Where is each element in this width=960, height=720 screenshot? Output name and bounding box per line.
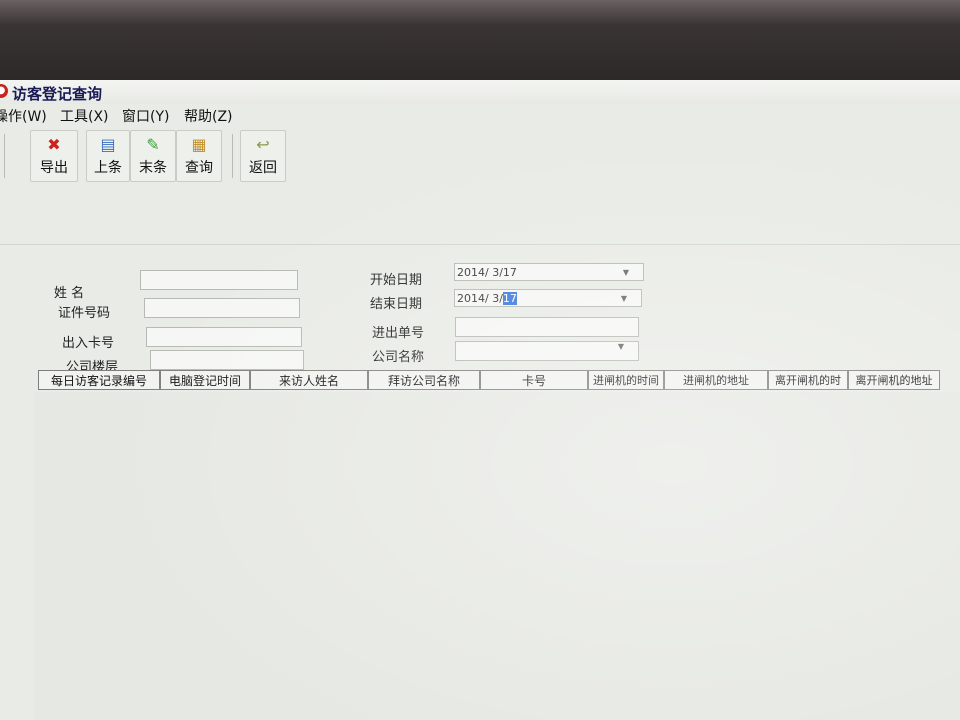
last-record-button[interactable]: ✎ 末条 — [130, 130, 176, 182]
order-number-label: 进出单号 — [372, 326, 425, 341]
column-header[interactable]: 进闸机的地址 — [664, 370, 768, 390]
end-date-value: 2014/ 3/ — [457, 292, 503, 305]
toolbar: ✖ 导出 ▤ 上条 ✎ 末条 ▦ 查询 ↩ 返回 — [0, 130, 960, 186]
app-window: ● 访客登记查询 操作(W) 工具(X) 窗口(Y) 帮助(Z) ✖ 导出 ▤ … — [0, 80, 960, 720]
title-bar: ● 访客登记查询 — [0, 80, 960, 104]
table-header: 每日访客记录编号 电脑登记时间 来访人姓名 拜访公司名称 卡号 进闸机的时间 进… — [34, 370, 960, 392]
window-title: 访客登记查询 — [12, 85, 103, 103]
column-header[interactable]: 拜访公司名称 — [368, 370, 480, 390]
export-button[interactable]: ✖ 导出 — [30, 130, 78, 182]
end-date-day-selected: 17 — [502, 292, 517, 305]
company-floor-field[interactable] — [150, 350, 304, 370]
chevron-down-icon[interactable]: ▼ — [621, 290, 627, 308]
menu-window[interactable]: 窗口(Y) — [122, 106, 169, 126]
query-icon: ▦ — [191, 135, 207, 154]
menu-operate[interactable]: 操作(W) — [0, 106, 47, 126]
column-header[interactable]: 每日访客记录编号 — [38, 370, 160, 390]
start-date-picker[interactable]: 2014/ 3/17 ▼ — [454, 263, 644, 281]
start-date-value: 2014/ 3/17 — [457, 266, 517, 279]
return-button[interactable]: ↩ 返回 — [240, 130, 286, 182]
chevron-down-icon[interactable]: ▼ — [618, 342, 624, 351]
column-header[interactable]: 卡号 — [480, 370, 588, 390]
column-header[interactable]: 离开闸机的时 — [768, 370, 848, 390]
company-name-select[interactable]: ▼ — [455, 341, 639, 361]
menu-tools[interactable]: 工具(X) — [60, 106, 109, 126]
panel-divider — [0, 244, 960, 245]
card-number-label: 出入卡号 — [62, 336, 115, 351]
prev-record-button[interactable]: ▤ 上条 — [86, 130, 130, 182]
end-date-picker[interactable]: 2014/ 3/17 ▼ — [454, 289, 642, 307]
table-body[interactable] — [34, 392, 960, 720]
last-record-label: 末条 — [139, 160, 167, 176]
return-icon: ↩ — [256, 135, 270, 154]
name-field[interactable] — [140, 270, 298, 290]
id-number-field[interactable] — [144, 298, 300, 318]
start-date-label: 开始日期 — [370, 273, 423, 288]
column-header[interactable]: 离开闸机的地址 — [848, 370, 940, 390]
query-label: 查询 — [185, 160, 213, 176]
toolbar-separator — [232, 134, 233, 178]
company-name-label: 公司名称 — [372, 350, 425, 365]
query-button[interactable]: ▦ 查询 — [176, 130, 222, 182]
card-number-field[interactable] — [146, 327, 302, 347]
name-label: 姓 名 — [54, 286, 85, 301]
export-icon: ✖ — [47, 135, 61, 154]
menu-help[interactable]: 帮助(Z) — [184, 106, 233, 126]
column-header[interactable]: 来访人姓名 — [250, 370, 368, 390]
column-header[interactable]: 进闸机的时间 — [588, 370, 664, 390]
app-logo-icon: ● — [0, 84, 8, 98]
prev-record-label: 上条 — [94, 160, 122, 176]
column-header[interactable]: 电脑登记时间 — [160, 370, 250, 390]
toolbar-separator — [4, 134, 5, 178]
last-record-icon: ✎ — [146, 135, 160, 154]
chevron-down-icon[interactable]: ▼ — [623, 264, 629, 282]
prev-record-icon: ▤ — [100, 135, 116, 154]
id-number-label: 证件号码 — [58, 306, 111, 321]
return-label: 返回 — [249, 160, 277, 176]
end-date-label-text: 结束日期 — [370, 297, 423, 312]
export-label: 导出 — [40, 160, 68, 176]
monitor-bezel-top — [0, 0, 960, 84]
order-number-field[interactable] — [455, 317, 639, 337]
